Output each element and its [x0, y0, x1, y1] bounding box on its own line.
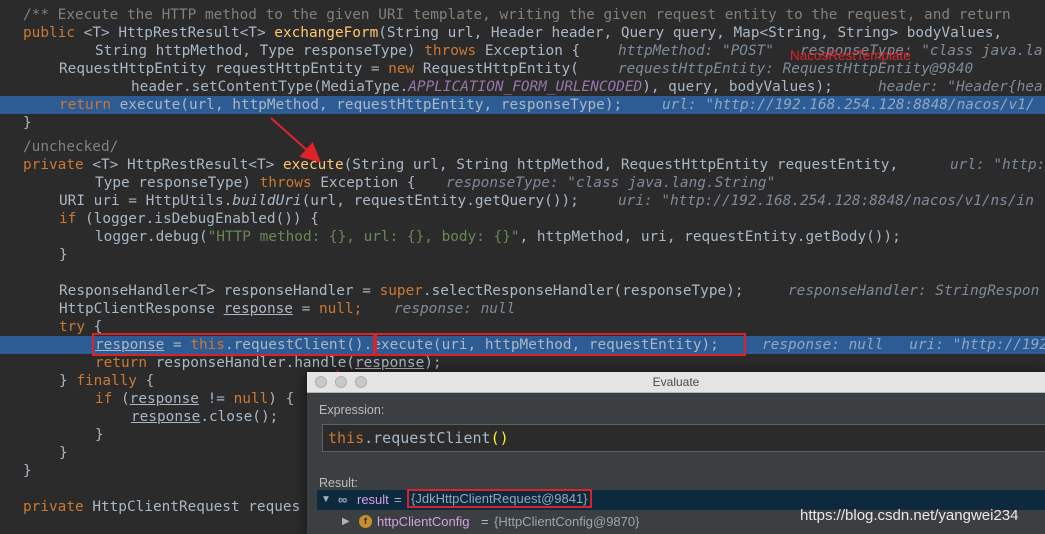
expression-parens: () — [490, 429, 509, 447]
expression-this: this — [328, 429, 365, 447]
field-icon: f — [359, 515, 372, 528]
object-watch-icon: ∞ — [338, 492, 348, 507]
watermark: https://blog.csdn.net/yangwei234 — [800, 507, 1019, 524]
expression-input[interactable]: this.requestClient() — [322, 424, 1045, 452]
result-equals: = — [394, 492, 402, 507]
evaluate-title: Evaluate — [652, 375, 700, 389]
expand-right-icon[interactable]: ▶ — [342, 516, 350, 527]
field-value: {HttpClientConfig@9870} — [494, 514, 640, 529]
field-equals: = — [481, 514, 489, 529]
evaluate-title-bar[interactable]: Evaluate — [307, 372, 1045, 393]
expression-label: Expression: — [319, 403, 385, 417]
expression-method: .requestClient — [364, 429, 491, 447]
arrow-to-execute — [270, 117, 321, 163]
result-value: {JdkHttpClientRequest@9841} — [407, 489, 592, 508]
result-name: result — [357, 492, 389, 507]
field-name: httpClientConfig — [377, 514, 470, 529]
result-label: Result: — [319, 476, 358, 490]
expand-down-icon[interactable]: ▼ — [321, 494, 331, 505]
